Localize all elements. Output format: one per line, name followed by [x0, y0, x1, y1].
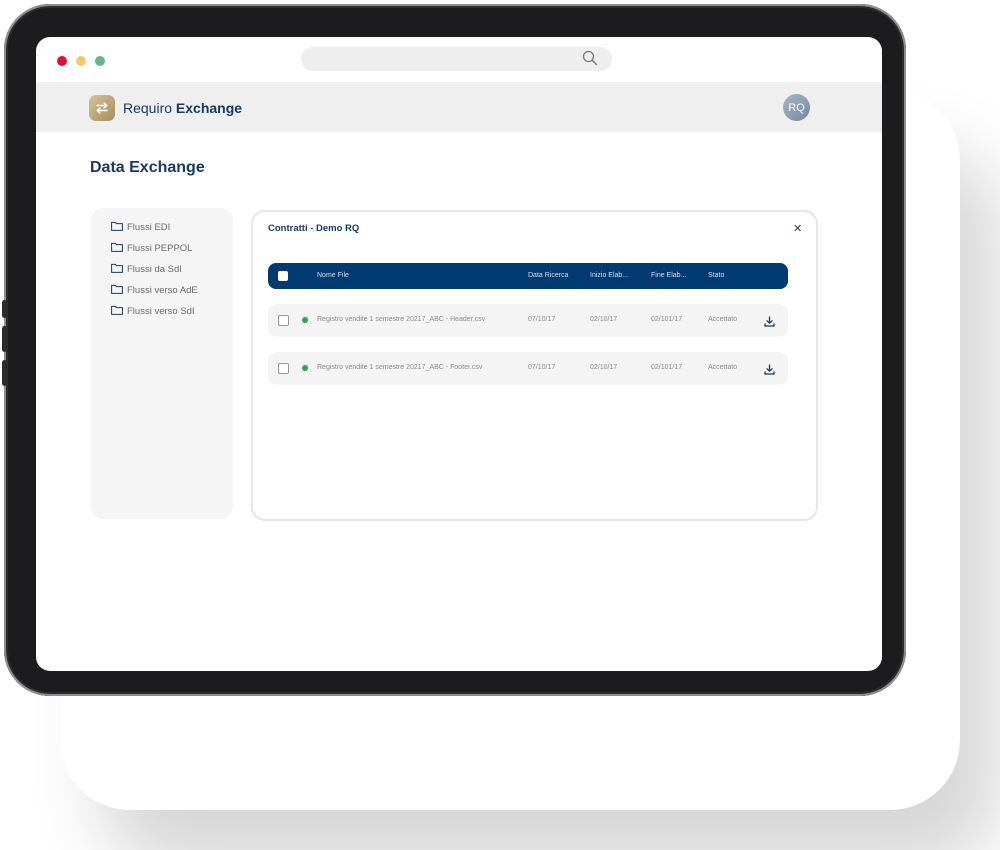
arrows-exchange-icon[interactable] — [89, 95, 115, 121]
table-row[interactable]: Registro vendite 1 semestre 20217_ABC - … — [268, 304, 788, 337]
sidebar-item-flussi-edi[interactable]: Flussi EDI — [111, 220, 170, 234]
app-brand[interactable]: Requiro Exchange — [123, 100, 242, 116]
folder-icon — [111, 260, 123, 278]
sidebar-item-flussi-verso-ade[interactable]: Flussi verso AdE — [111, 283, 198, 297]
status-label: Accettato — [708, 316, 738, 323]
window-maximize-dot[interactable] — [95, 56, 105, 66]
screen: Requiro Exchange RQ Data Exchange Flussi… — [36, 37, 882, 671]
status-dot — [302, 365, 308, 371]
search-date: 07/10/17 — [528, 364, 556, 371]
file-name: Registro vendite 1 semestre 20217_ABC - … — [317, 364, 483, 371]
sidebar-item-label: Flussi EDI — [127, 221, 171, 233]
folder-icon — [111, 239, 123, 257]
column-header-end[interactable]: Fine Elab... — [651, 272, 686, 279]
files-panel: Contratti - Demo RQ ✕ Nome File Data Ric… — [251, 210, 818, 521]
brand-name: Requiro — [123, 100, 173, 116]
tablet-frame: Requiro Exchange RQ Data Exchange Flussi… — [2, 4, 906, 696]
end-date: 02/101/17 — [651, 364, 683, 371]
side-button — [2, 326, 7, 352]
sidebar-item-flussi-da-sdi[interactable]: Flussi da SdI — [111, 262, 182, 276]
sidebar-item-label: Flussi verso SdI — [127, 305, 195, 317]
download-icon[interactable] — [764, 362, 775, 380]
sidebar-item-flussi-peppol[interactable]: Flussi PEPPOL — [111, 241, 192, 255]
brand-name-bold: Exchange — [175, 100, 243, 116]
column-header-name[interactable]: Nome File — [317, 272, 349, 279]
avatar[interactable]: RQ — [783, 94, 810, 121]
folder-icon — [111, 218, 123, 236]
side-button — [2, 360, 7, 386]
table-header: Nome File Data Ricerca Inizio Elab... Fi… — [268, 263, 788, 289]
search-icon[interactable] — [582, 50, 598, 71]
sidebar-item-label: Flussi verso AdE — [127, 284, 198, 296]
download-icon[interactable] — [764, 314, 775, 332]
side-button — [2, 300, 7, 318]
row-checkbox[interactable] — [278, 315, 289, 326]
folder-icon — [111, 281, 123, 299]
end-date: 02/101/17 — [651, 316, 683, 323]
table-row[interactable]: Registro vendite 1 semestre 20217_ABC - … — [268, 352, 788, 385]
file-name: Registro vendite 1 semestre 20217_ABC - … — [317, 316, 486, 323]
start-date: 02/10/17 — [590, 364, 618, 371]
sidebar-item-label: Flussi PEPPOL — [127, 242, 193, 254]
column-header-start[interactable]: Inizio Elab... — [590, 272, 628, 279]
column-header-status[interactable]: Stato — [708, 272, 724, 279]
row-checkbox[interactable] — [278, 363, 289, 374]
select-all-checkbox[interactable] — [278, 271, 288, 281]
window-close-dot[interactable] — [57, 56, 67, 66]
status-label: Accettato — [708, 364, 738, 371]
sidebar-item-flussi-verso-sdi[interactable]: Flussi verso SdI — [111, 304, 195, 318]
app-header: Requiro Exchange RQ — [36, 82, 882, 132]
panel-title: Contratti - Demo RQ — [268, 223, 360, 234]
search-date: 07/10/17 — [528, 316, 556, 323]
search-bar[interactable] — [301, 47, 612, 71]
column-header-search-date[interactable]: Data Ricerca — [528, 272, 568, 279]
status-dot — [302, 317, 308, 323]
folder-icon — [111, 302, 123, 320]
window-minimize-dot[interactable] — [76, 56, 86, 66]
close-icon[interactable]: ✕ — [793, 222, 802, 235]
sidebar: Flussi EDI Flussi PEPPOL Flussi da SdI F… — [91, 208, 233, 519]
start-date: 02/10/17 — [590, 316, 618, 323]
sidebar-item-label: Flussi da SdI — [127, 263, 182, 275]
page-title: Data Exchange — [90, 159, 205, 176]
